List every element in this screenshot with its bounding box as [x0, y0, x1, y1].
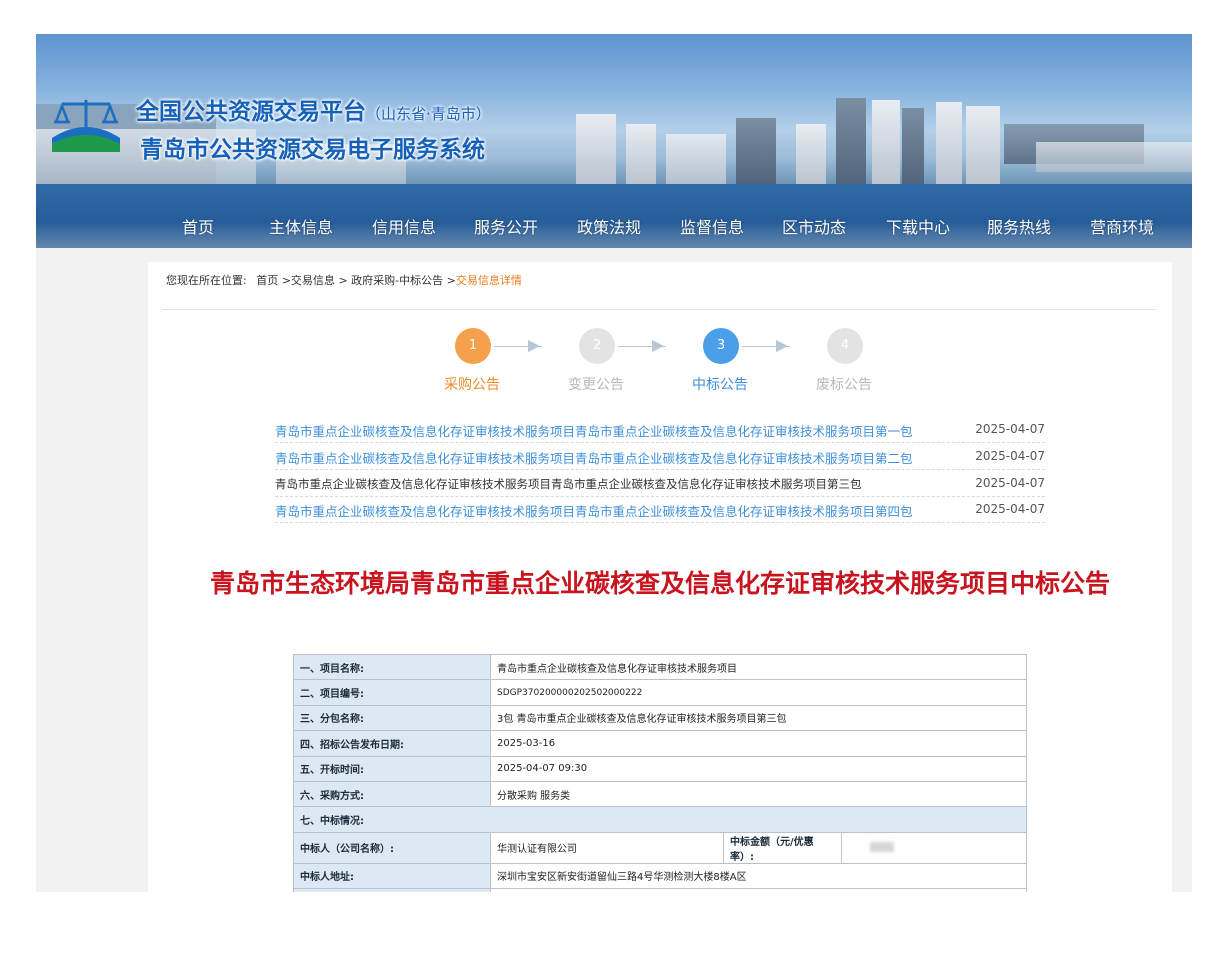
- nav-item-business-env[interactable]: 营商环境: [1090, 214, 1154, 238]
- notice-title: 青岛市生态环境局青岛市重点企业碳核查及信息化存证审核技术服务项目中标公告: [209, 569, 1110, 598]
- step-arrow-head: [528, 340, 540, 352]
- list-item: 青岛市重点企业碳核查及信息化存证审核技术服务项目青岛市重点企业碳核查及信息化存证…: [275, 498, 1045, 523]
- package-link[interactable]: 青岛市重点企业碳核查及信息化存证审核技术服务项目青岛市重点企业碳核查及信息化存证…: [275, 501, 913, 520]
- step-3-circle[interactable]: 3: [703, 328, 739, 364]
- winner-value: 华测认证有限公司: [490, 831, 724, 864]
- step-1-label[interactable]: 采购公告: [444, 374, 500, 394]
- package-date: 2025-04-07: [975, 502, 1045, 516]
- table-row: 六、采购方式: 分散采购 服务类: [293, 780, 1027, 808]
- table-row: 中标人（公司名称）: 华测认证有限公司 中标金额（元/优惠率）:: [293, 831, 1027, 864]
- empty-value: [490, 888, 1027, 892]
- main-nav: 首页 主体信息 信用信息 服务公开 政策法规 监督信息 区市动态 下载中心 服务…: [36, 206, 1192, 248]
- list-item: 青岛市重点企业碳核查及信息化存证审核技术服务项目青岛市重点企业碳核查及信息化存证…: [275, 472, 1045, 497]
- package-date: 2025-04-07: [975, 476, 1045, 490]
- divider: [162, 309, 1156, 310]
- table-row: 五、开标时间: 2025-04-07 09:30: [293, 755, 1027, 782]
- package-link[interactable]: 青岛市重点企业碳核查及信息化存证审核技术服务项目青岛市重点企业碳核查及信息化存证…: [275, 448, 913, 467]
- nav-item-credit-info[interactable]: 信用信息: [372, 214, 436, 238]
- list-item: 青岛市重点企业碳核查及信息化存证审核技术服务项目青岛市重点企业碳核查及信息化存证…: [275, 445, 1045, 470]
- breadcrumb: 您现在所在位置: 首页 >交易信息 > 政府采购-中标公告 >交易信息详情: [166, 272, 522, 288]
- project-name-label: 一、项目名称:: [293, 653, 491, 681]
- step-arrow-head: [776, 340, 788, 352]
- breadcrumb-current: 交易信息详情: [455, 274, 522, 287]
- table-row: 中标人地址: 深圳市宝安区新安街道留仙三路4号华测检测大楼8楼A区: [293, 862, 1027, 890]
- redacted-amount: [870, 842, 894, 853]
- table-row: 四、招标公告发布日期: 2025-03-16: [293, 730, 1027, 757]
- address-value: 深圳市宝安区新安街道留仙三路4号华测检测大楼8楼A区: [490, 862, 1027, 890]
- nav-item-district-news[interactable]: 区市动态: [782, 214, 846, 238]
- empty-label: [293, 888, 491, 892]
- step-arrow-head: [652, 340, 664, 352]
- table-row: 二、项目编号: SDGP370200000202502000222: [293, 679, 1027, 706]
- info-table: 一、项目名称: 青岛市重点企业碳核查及信息化存证审核技术服务项目 二、项目编号:…: [293, 653, 1027, 892]
- nav-item-downloads[interactable]: 下载中心: [886, 214, 950, 238]
- result-section-label: 七、中标情况:: [293, 806, 1027, 833]
- table-row: 一、项目名称: 青岛市重点企业碳核查及信息化存证审核技术服务项目: [293, 653, 1027, 681]
- amount-label: 中标金额（元/优惠率）:: [723, 831, 842, 864]
- list-item: 青岛市重点企业碳核查及信息化存证审核技术服务项目青岛市重点企业碳核查及信息化存证…: [275, 418, 1045, 443]
- breadcrumb-prefix: 您现在所在位置:: [166, 274, 247, 287]
- project-name-value: 青岛市重点企业碳核查及信息化存证审核技术服务项目: [490, 653, 1027, 681]
- step-4-label[interactable]: 废标公告: [816, 374, 872, 394]
- system-title: 青岛市公共资源交易电子服务系统: [140, 137, 485, 163]
- table-row: [293, 888, 1027, 892]
- address-label: 中标人地址:: [293, 862, 491, 890]
- nav-item-service-public[interactable]: 服务公开: [474, 214, 538, 238]
- package-date: 2025-04-07: [975, 449, 1045, 463]
- open-time-label: 五、开标时间:: [293, 755, 491, 782]
- winner-label: 中标人（公司名称）:: [293, 831, 491, 864]
- platform-logo-icon: [52, 100, 120, 152]
- nav-item-supervision[interactable]: 监督信息: [680, 214, 744, 238]
- open-time-value: 2025-04-07 09:30: [490, 755, 1027, 782]
- publish-date-value: 2025-03-16: [490, 730, 1027, 757]
- step-1-circle[interactable]: 1: [455, 328, 491, 364]
- step-2-circle[interactable]: 2: [579, 328, 615, 364]
- page: 全国公共资源交易平台（山东省·青岛市） 青岛市公共资源交易电子服务系统 首页 主…: [36, 34, 1192, 892]
- breadcrumb-trade-info[interactable]: >交易信息: [282, 274, 335, 287]
- package-name-label: 三、分包名称:: [293, 704, 491, 732]
- step-3-label[interactable]: 中标公告: [692, 374, 748, 394]
- package-date: 2025-04-07: [975, 422, 1045, 436]
- header-banner: 全国公共资源交易平台（山东省·青岛市） 青岛市公共资源交易电子服务系统 首页 主…: [36, 34, 1192, 248]
- breadcrumb-separator: >: [338, 274, 348, 287]
- step-4-circle[interactable]: 4: [827, 328, 863, 364]
- package-current: 青岛市重点企业碳核查及信息化存证审核技术服务项目青岛市重点企业碳核查及信息化存证…: [275, 477, 862, 491]
- nav-item-policy[interactable]: 政策法规: [577, 214, 641, 238]
- step-2-label[interactable]: 变更公告: [568, 374, 624, 394]
- nav-item-home[interactable]: 首页: [182, 214, 214, 238]
- project-no-label: 二、项目编号:: [293, 679, 491, 706]
- nav-item-hotline[interactable]: 服务热线: [987, 214, 1051, 238]
- project-no-value: SDGP370200000202502000222: [490, 679, 1027, 706]
- package-name-value: 3包 青岛市重点企业碳核查及信息化存证审核技术服务项目第三包: [490, 704, 1027, 732]
- method-value: 分散采购 服务类: [490, 780, 1027, 808]
- breadcrumb-separator: >: [446, 274, 456, 287]
- nav-item-subject-info[interactable]: 主体信息: [269, 214, 333, 238]
- publish-date-label: 四、招标公告发布日期:: [293, 730, 491, 757]
- table-row: 七、中标情况:: [293, 806, 1027, 833]
- breadcrumb-gov-procurement[interactable]: 政府采购-中标公告: [351, 274, 443, 287]
- method-label: 六、采购方式:: [293, 780, 491, 808]
- platform-title: 全国公共资源交易平台（山东省·青岛市）: [136, 99, 491, 125]
- amount-value: [841, 831, 1027, 864]
- table-row: 三、分包名称: 3包 青岛市重点企业碳核查及信息化存证审核技术服务项目第三包: [293, 704, 1027, 732]
- breadcrumb-home[interactable]: 首页: [256, 274, 278, 287]
- package-link[interactable]: 青岛市重点企业碳核查及信息化存证审核技术服务项目青岛市重点企业碳核查及信息化存证…: [275, 421, 913, 440]
- content-panel: 您现在所在位置: 首页 >交易信息 > 政府采购-中标公告 >交易信息详情 1 …: [148, 262, 1172, 892]
